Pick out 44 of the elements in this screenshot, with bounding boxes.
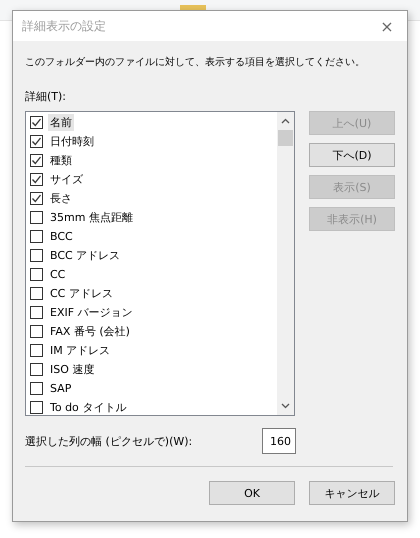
details-label: 詳細(T): [25, 89, 68, 104]
window-title: 詳細表示の設定 [22, 18, 106, 34]
list-item[interactable]: SAP [48, 381, 74, 396]
dialog-button[interactable]: キャンセル [309, 481, 395, 505]
scroll-down-icon[interactable] [281, 403, 290, 409]
checkbox[interactable] [30, 401, 43, 414]
list-item[interactable]: EXIF バージョン [48, 304, 135, 321]
checkbox[interactable] [30, 154, 43, 167]
checkbox[interactable] [30, 116, 43, 129]
list-item[interactable]: BCC [48, 229, 75, 244]
list-item[interactable]: FAX 番号 (会社) [48, 323, 132, 340]
list-item[interactable]: サイズ [48, 171, 85, 188]
list-item[interactable]: To do タイトル [48, 399, 128, 415]
list-item[interactable]: 35mm 焦点距離 [48, 209, 135, 226]
list-item[interactable]: 種類 [48, 152, 74, 169]
scroll-thumb[interactable] [278, 130, 293, 146]
checkbox[interactable] [30, 325, 43, 338]
checkbox[interactable] [30, 211, 43, 224]
checkbox[interactable] [30, 268, 43, 281]
side-button[interactable]: 下へ(D) [309, 143, 395, 167]
checkbox[interactable] [30, 192, 43, 205]
checkbox[interactable] [30, 230, 43, 243]
list-item[interactable]: ISO 速度 [48, 361, 96, 378]
checkbox[interactable] [30, 306, 43, 319]
checkbox[interactable] [30, 382, 43, 395]
list-item[interactable]: CC [48, 267, 68, 282]
list-item[interactable]: IM アドレス [48, 342, 112, 359]
checkbox[interactable] [30, 173, 43, 186]
checkbox[interactable] [30, 249, 43, 262]
list-item[interactable]: 名前 [48, 114, 74, 131]
list-item[interactable]: BCC アドレス [48, 247, 122, 264]
width-input[interactable]: 160 [262, 428, 296, 454]
list-item[interactable]: CC アドレス [48, 285, 115, 302]
dialog-button[interactable]: OK [209, 481, 295, 505]
list-item[interactable]: 長さ [48, 190, 74, 207]
scrollbar[interactable] [277, 112, 294, 415]
checkbox[interactable] [30, 344, 43, 357]
checkbox[interactable] [30, 135, 43, 148]
list-item[interactable]: 日付時刻 [48, 133, 96, 150]
width-label: 選択した列の幅 (ピクセルで)(W): [25, 434, 192, 448]
checkbox[interactable] [30, 287, 43, 300]
checkbox[interactable] [30, 363, 43, 376]
instruction-text: このフォルダー内のファイルに対して、表示する項目を選択してください。 [25, 56, 366, 69]
scroll-up-icon[interactable] [281, 118, 290, 124]
